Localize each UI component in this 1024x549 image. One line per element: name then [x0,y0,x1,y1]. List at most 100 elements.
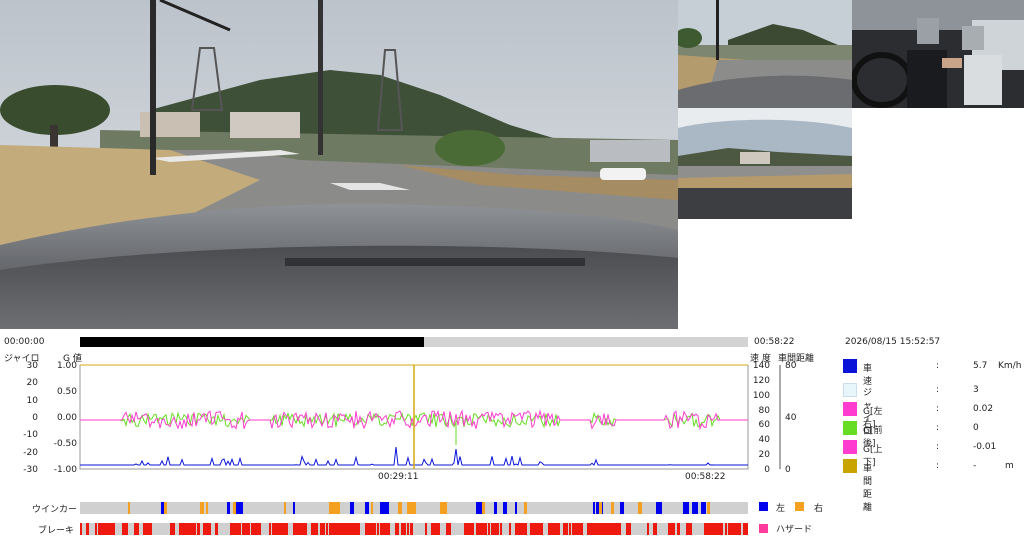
timeline-progress [80,337,425,347]
legend-value: - [973,461,977,471]
winker-event [701,502,706,514]
legend-colon: : [936,385,940,395]
hazard-label: ハザード [776,525,813,535]
winker-event [164,502,167,514]
brake-event [284,523,288,535]
speed-tick: 0 [764,465,770,475]
winker-event [335,502,340,514]
legend-value: -0.01 [973,442,997,452]
legend-colon: : [936,442,940,452]
brake-event [137,523,139,535]
winker-right-label: 右 [814,504,824,514]
legend-colon: : [936,461,940,471]
brake-event [305,523,307,535]
winker-event [599,502,602,514]
winker-event [383,502,389,514]
legend-value: 3 [973,385,979,395]
brake-event [677,523,680,535]
g-longitudinal-trace [80,411,748,429]
g-tick: 0.00 [56,413,77,423]
brake-event [566,523,568,535]
winker-event [293,502,295,514]
gyro-tick: 0 [32,413,38,423]
driver-camera-view [852,0,1024,108]
brake-event [86,523,89,535]
distance-tick: 40 [785,413,797,423]
brake-event [734,523,741,535]
brake-event [647,523,649,535]
winker-event [692,502,698,514]
brake-event [395,523,399,535]
brake-event [269,523,271,535]
brake-event [539,523,541,535]
side-camera-view [678,0,852,108]
brake-event [569,523,571,535]
brake-event [449,523,451,535]
winker-event [227,502,230,514]
brake-event [617,523,621,535]
brake-event [209,523,211,535]
timeline-end-time: 00:58:22 [754,337,795,347]
brake-event [80,523,82,535]
winker-event [503,502,507,514]
g-tick: 0.50 [56,387,77,397]
winker-event [482,502,485,514]
winker-event [494,502,497,514]
g-lateral-trace [80,409,748,431]
legend-swatch [843,459,857,473]
legend-value: 0 [973,423,979,433]
legend-name: 車速 [863,364,873,387]
gyro-tick: 30 [26,361,38,371]
brake-event [725,523,727,535]
brake-event [107,523,109,535]
brake-event [377,523,379,535]
legend-unit: Km/h [998,361,1022,371]
brake-event [149,523,152,535]
brake-event [626,523,631,535]
timeline-start-time: 00:00:00 [4,337,45,347]
x-axis-end-time: 00:58:22 [685,472,726,482]
brake-event [371,523,376,535]
brake-event [191,523,196,535]
winker-event [707,502,710,514]
g-tick: -1.00 [53,465,77,475]
brake-event [707,523,709,535]
legend-colon: : [936,423,940,433]
brake-event [716,523,723,535]
brake-event [239,523,241,535]
hazard-swatch [759,524,768,533]
winker-event [206,502,208,514]
legend-swatch [843,359,857,373]
winker-track[interactable] [80,502,748,514]
brake-event [743,523,748,535]
winker-event [200,502,204,514]
winker-event [236,502,243,514]
winker-event [638,502,642,514]
timeline-track[interactable] [80,337,748,347]
brake-event [407,523,409,535]
brake-event [215,523,218,535]
brake-event [509,523,511,535]
legend-swatch [843,440,857,454]
brake-event [353,523,360,535]
brake-event [497,523,499,535]
brake-event [653,523,657,535]
legend-unit: m [1005,461,1014,471]
legend-colon: : [936,404,940,414]
rear-camera-view [678,108,852,219]
gyro-tick: -10 [23,430,38,440]
winker-event [593,502,595,514]
brake-event [557,523,559,535]
winker-label: ウインカー [32,505,78,515]
speed-tick: 80 [758,406,770,416]
brake-event [125,523,128,535]
brake-event [95,523,97,535]
winker-event [620,502,624,514]
brake-event [173,523,175,535]
brake-event [320,523,325,535]
speed-trace [80,446,748,467]
legend-swatch [843,383,857,397]
brake-track[interactable] [80,523,748,535]
gyro-tick: 10 [26,396,38,406]
brake-event [671,523,675,535]
